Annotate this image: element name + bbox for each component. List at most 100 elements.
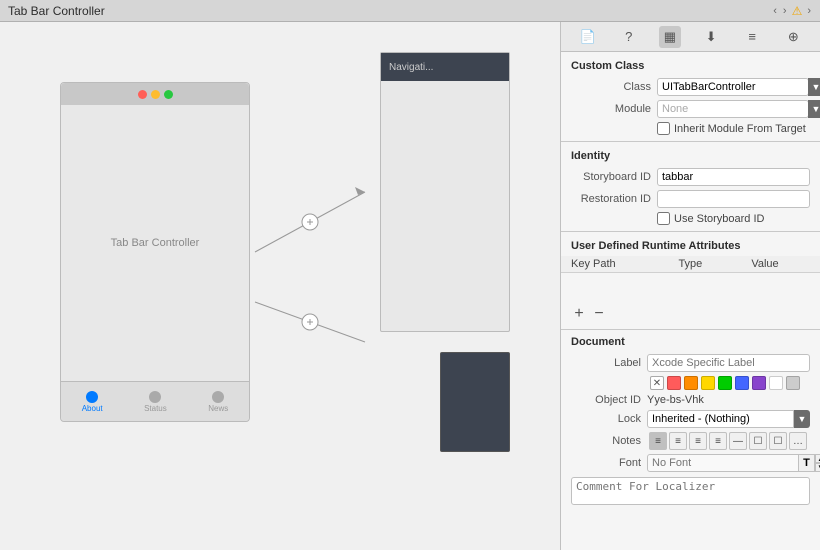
- font-stepper-down[interactable]: ▼: [815, 463, 820, 472]
- inspector-attributes-icon[interactable]: ⬇: [700, 26, 722, 48]
- traffic-light-red: [138, 90, 147, 99]
- font-label: Font: [571, 457, 641, 469]
- class-input[interactable]: [657, 78, 809, 96]
- use-storyboard-label: Use Storyboard ID: [674, 213, 764, 225]
- inspector-help-icon[interactable]: ?: [618, 26, 640, 48]
- inherit-module-checkbox[interactable]: [657, 122, 670, 135]
- title-bar-icons: ‹ › ⚠ ›: [772, 4, 812, 18]
- font-row: Font T ▲ ▼: [561, 452, 820, 474]
- notes-btn-align-center[interactable]: ≡: [669, 432, 687, 450]
- title-bar-text: Tab Bar Controller: [8, 4, 766, 18]
- tab-label-about: About: [82, 404, 103, 413]
- font-stepper: ▲ ▼: [815, 454, 820, 472]
- color-swatch-red[interactable]: [667, 376, 681, 390]
- user-defined-section: User Defined Runtime Attributes Key Path…: [561, 232, 820, 330]
- module-row: Module ▼: [561, 98, 820, 120]
- attr-table: Key Path Type Value: [561, 256, 820, 303]
- tbc-tabbar: About Status News: [61, 381, 249, 421]
- right-panel: 📄 ? ▦ ⬇ ≡ ⊕ Custom Class Class ▼ Module: [560, 22, 820, 550]
- tab-bar-controller-mockup: Tab Bar Controller About Status News: [60, 82, 250, 422]
- tab-item-news: News: [208, 391, 228, 413]
- color-row: ✕: [561, 374, 820, 392]
- color-swatch-white[interactable]: [769, 376, 783, 390]
- document-section: Document Label ✕ Object ID: [561, 330, 820, 515]
- class-select-wrapper: ▼: [657, 78, 820, 96]
- notes-btn-justify[interactable]: ≡: [709, 432, 727, 450]
- module-label: Module: [571, 103, 651, 115]
- inspector-file-icon[interactable]: 📄: [577, 26, 599, 48]
- inspector-size-icon[interactable]: ≡: [741, 26, 763, 48]
- traffic-light-green: [164, 90, 173, 99]
- inspector-connections-icon[interactable]: ⊕: [782, 26, 804, 48]
- restoration-id-label: Restoration ID: [571, 193, 651, 205]
- tbc-body: Tab Bar Controller: [61, 105, 249, 381]
- col-type: Type: [668, 256, 741, 273]
- tab-item-about: About: [82, 391, 103, 413]
- main-layout: Tab Bar Controller About Status News: [0, 22, 820, 550]
- color-swatch-green[interactable]: [718, 376, 732, 390]
- tbc-label: Tab Bar Controller: [111, 237, 200, 249]
- color-swatch-blue[interactable]: [735, 376, 749, 390]
- color-swatch-yellow[interactable]: [701, 376, 715, 390]
- restoration-id-input[interactable]: [657, 190, 810, 208]
- tab-item-status: Status: [144, 391, 167, 413]
- color-swatch-purple[interactable]: [752, 376, 766, 390]
- nav-controller-mockup: Navigati...: [380, 52, 510, 332]
- inspector-toolbar: 📄 ? ▦ ⬇ ≡ ⊕: [561, 22, 820, 52]
- notes-btn-more[interactable]: …: [789, 432, 807, 450]
- attr-table-body: [561, 273, 820, 303]
- font-input[interactable]: [647, 454, 799, 472]
- add-remove-row: + −: [561, 303, 820, 325]
- lock-label: Lock: [571, 413, 641, 425]
- font-T-button[interactable]: T: [799, 454, 815, 472]
- tab-label-status: Status: [144, 404, 167, 413]
- tab-dot-status: [149, 391, 161, 403]
- label-input[interactable]: [647, 354, 810, 372]
- warning-icon: ⚠: [792, 4, 803, 18]
- notes-btn-dash[interactable]: —: [729, 432, 747, 450]
- col-key-path: Key Path: [561, 256, 668, 273]
- notes-label: Notes: [571, 435, 641, 447]
- notes-btn-align-right[interactable]: ≡: [689, 432, 707, 450]
- color-swatch-orange[interactable]: [684, 376, 698, 390]
- nav-back-button[interactable]: ‹: [772, 5, 778, 17]
- class-row: Class ▼: [561, 76, 820, 98]
- tab-dot-about: [86, 391, 98, 403]
- inherit-module-row: Inherit Module From Target: [561, 120, 820, 137]
- notes-btn-align-left[interactable]: ≡: [649, 432, 667, 450]
- color-swatch-gray[interactable]: [786, 376, 800, 390]
- inspector-identity-icon[interactable]: ▦: [659, 26, 681, 48]
- storyboard-id-input[interactable]: [657, 168, 810, 186]
- object-id-value: Yye-bs-Vhk: [647, 394, 704, 406]
- comment-textarea[interactable]: [571, 477, 810, 505]
- module-select-wrapper: ▼: [657, 100, 820, 118]
- use-storyboard-checkbox[interactable]: [657, 212, 670, 225]
- lock-arrow-btn[interactable]: ▼: [794, 410, 810, 428]
- add-attr-button[interactable]: +: [571, 306, 587, 322]
- class-label: Class: [571, 81, 651, 93]
- tab-dot-news: [212, 391, 224, 403]
- traffic-light-yellow: [151, 90, 160, 99]
- lock-row: Lock Inherited - (Nothing) ▼: [561, 408, 820, 430]
- tbc-titlebar: [61, 83, 249, 105]
- color-none-button[interactable]: ✕: [650, 376, 664, 390]
- font-stepper-up[interactable]: ▲: [815, 454, 820, 463]
- nav-forward-button[interactable]: ›: [782, 5, 788, 17]
- class-arrow-btn[interactable]: ▼: [808, 78, 820, 96]
- object-id-row: Object ID Yye-bs-Vhk: [561, 392, 820, 408]
- notes-btn-box1[interactable]: ☐: [749, 432, 767, 450]
- identity-section: Identity Storyboard ID Restoration ID Us…: [561, 142, 820, 232]
- label-label: Label: [571, 357, 641, 369]
- lock-select[interactable]: Inherited - (Nothing): [647, 410, 794, 428]
- remove-attr-button[interactable]: −: [591, 306, 607, 322]
- module-arrow-btn[interactable]: ▼: [808, 100, 820, 118]
- lock-select-wrapper: Inherited - (Nothing) ▼: [647, 410, 810, 428]
- use-storyboard-row: Use Storyboard ID: [561, 210, 820, 227]
- inherit-module-label: Inherit Module From Target: [674, 123, 806, 135]
- notes-btn-box2[interactable]: ☐: [769, 432, 787, 450]
- custom-class-header: Custom Class: [561, 58, 820, 76]
- custom-class-section: Custom Class Class ▼ Module ▼ Inherit Mo…: [561, 52, 820, 142]
- nav-next-button[interactable]: ›: [806, 5, 812, 17]
- col-value: Value: [741, 256, 820, 273]
- module-input[interactable]: [657, 100, 809, 118]
